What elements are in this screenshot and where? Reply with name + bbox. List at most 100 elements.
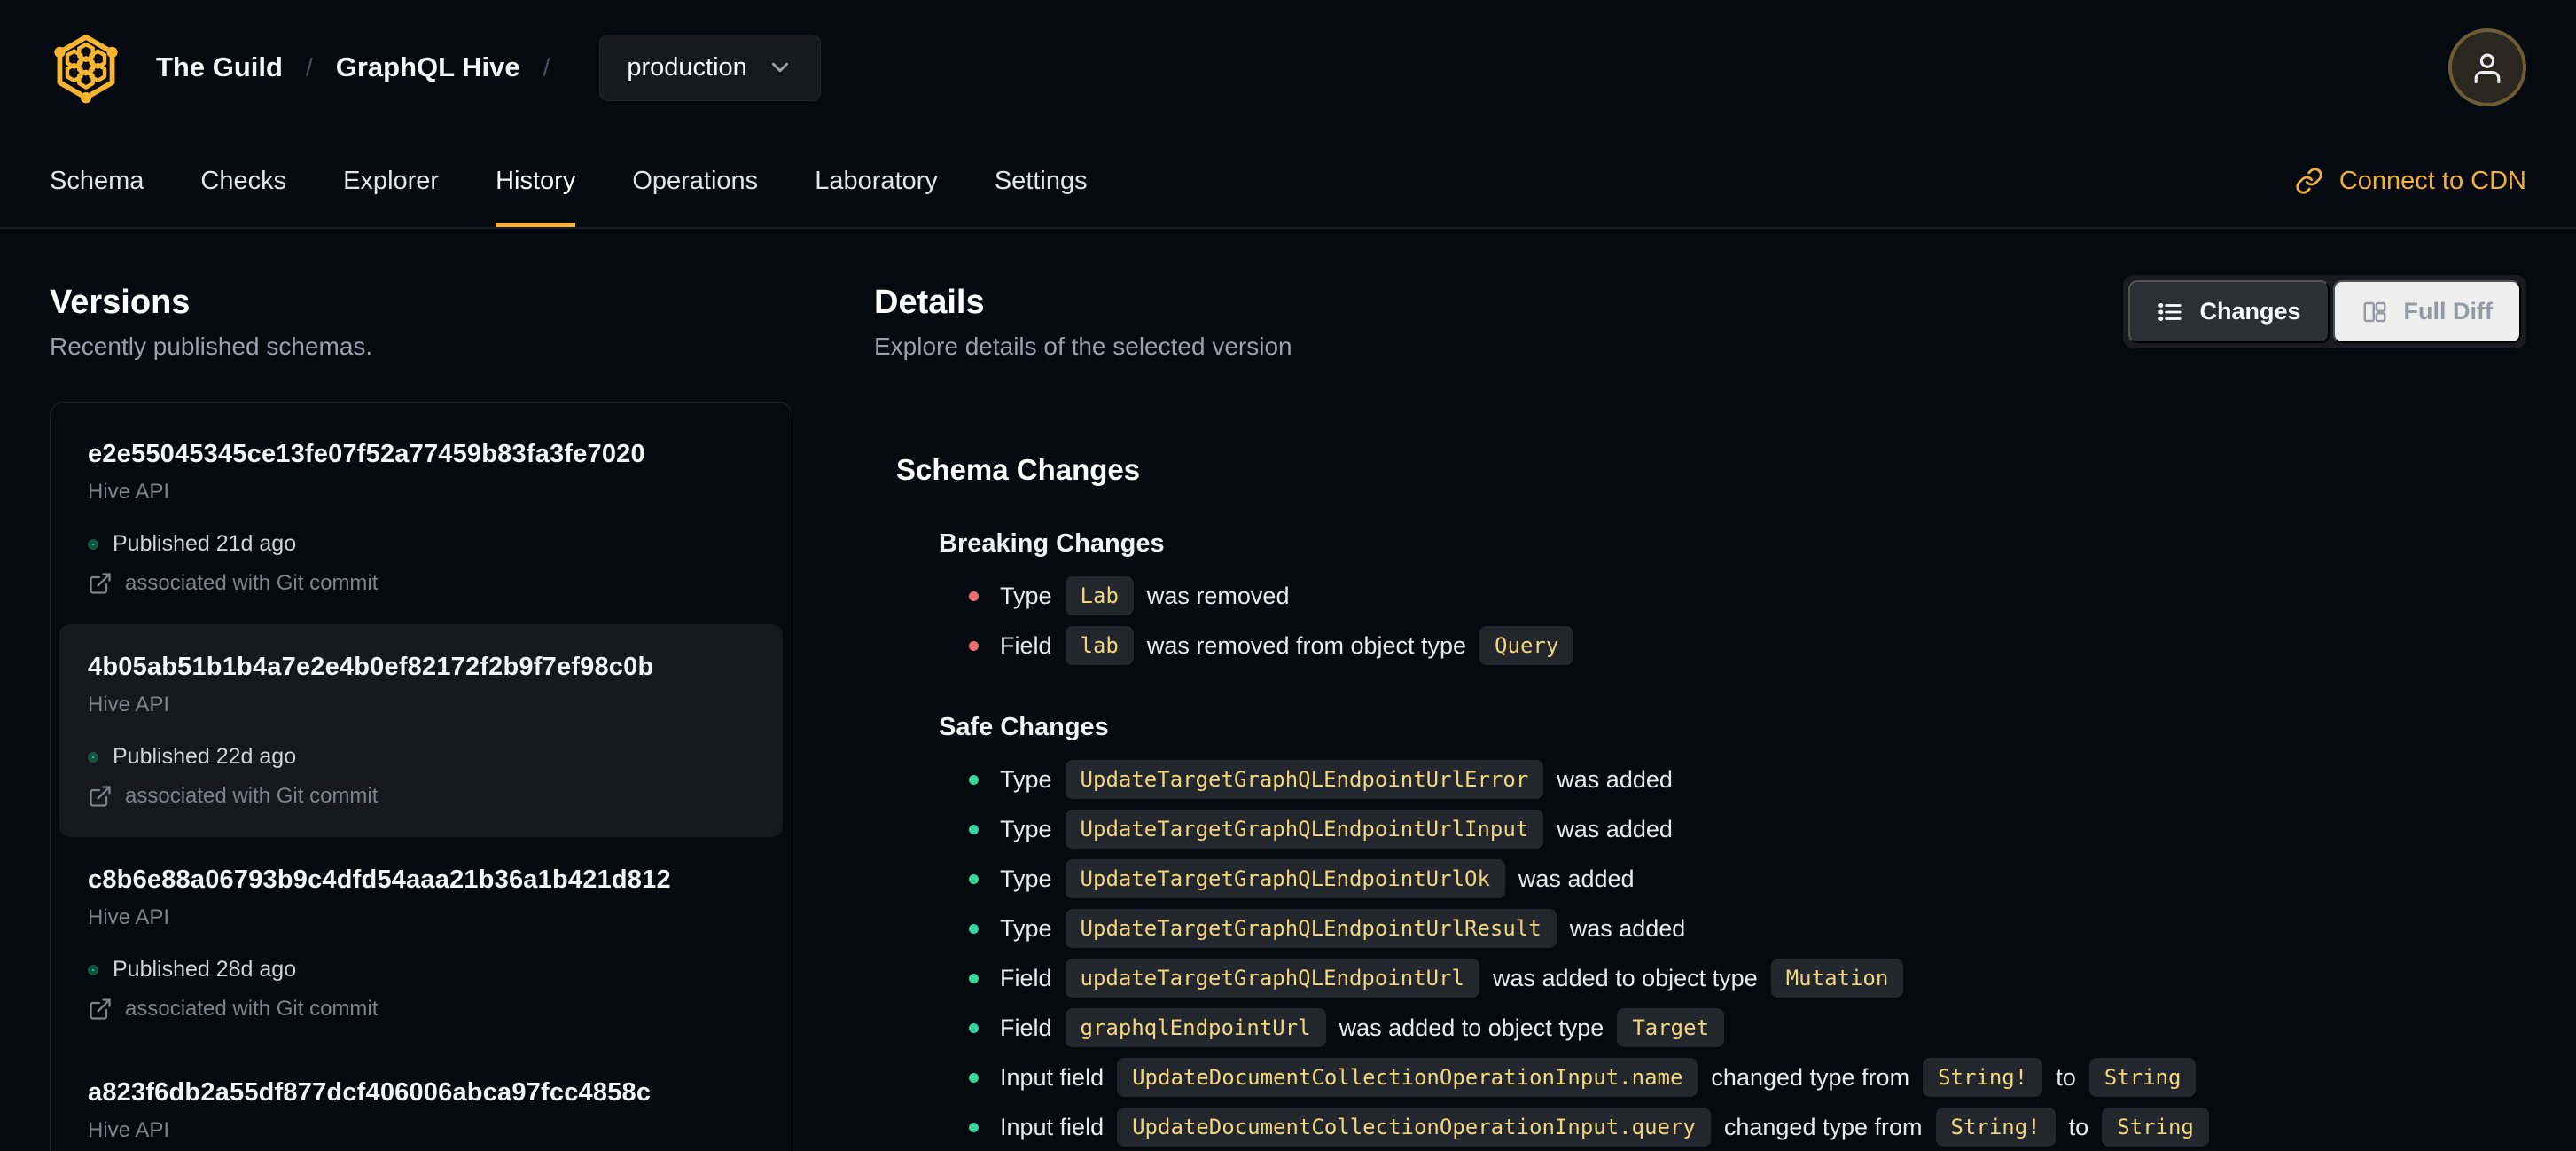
toggle-label: Full Diff <box>2403 298 2493 325</box>
safe-bullet-icon <box>969 1022 979 1033</box>
version-git-link[interactable]: associated with Git commit <box>88 571 754 596</box>
change-row: Field graphqlEndpointUrl was added to obje… <box>939 1003 2526 1053</box>
safe-changes-section: Safe Changes Type UpdateTargetGraphQLEndpo… <box>939 713 2526 1151</box>
change-text: Input field <box>1000 1113 1105 1140</box>
published-status-dot-icon <box>88 964 98 975</box>
change-row: Type Lab was removed <box>939 571 2526 621</box>
main-content: Versions Recently published schemas. e2e… <box>0 229 2576 1151</box>
version-service-name: Hive API <box>88 480 170 504</box>
version-git-text: associated with Git commit <box>125 997 379 1021</box>
schema-changes-title: Schema Changes <box>896 453 1141 486</box>
code-chip: graphqlEndpointUrl <box>1065 1008 1326 1047</box>
version-hash: e2e55045345ce13fe07f52a77459b83fa3fe7020 <box>88 440 645 468</box>
code-chip: UpdateTargetGraphQLEndpointUrlResult <box>1065 909 1557 948</box>
safe-bullet-icon <box>969 873 979 884</box>
version-git-link[interactable]: associated with Git commit <box>88 997 754 1022</box>
breadcrumb-separator: / <box>543 53 550 81</box>
breadcrumb-org[interactable]: The Guild <box>156 51 283 83</box>
code-chip: UpdateTargetGraphQLEndpointUrlOk <box>1065 859 1505 898</box>
connect-to-cdn-label: Connect to CDN <box>2338 166 2526 195</box>
schema-changes-block: Schema Changes Breaking Changes Type Lab wa… <box>896 453 2526 1151</box>
details-subtitle: Explore details of the selected version <box>874 333 1292 360</box>
code-chip: Mutation <box>1770 959 1904 998</box>
change-row: Input field UpdateDocumentCollectionOpera… <box>939 1053 2526 1102</box>
version-published-text: Published 28d ago <box>113 957 297 982</box>
details-panel: Details Explore details of the selected … <box>874 270 2526 1151</box>
tab-schema[interactable]: Schema <box>50 135 144 227</box>
change-text: to <box>2056 1063 2076 1091</box>
change-text: was removed <box>1146 582 1290 609</box>
version-list-item[interactable]: a823f6db2a55df877dcf406006abca97fcc4858c… <box>59 1050 783 1151</box>
change-text: Type <box>1000 914 1052 942</box>
target-select-dropdown[interactable]: production <box>599 34 821 101</box>
code-chip: updateTargetGraphQLEndpointUrl <box>1065 959 1480 998</box>
view-toggle-group: Changes Full Diff <box>2123 275 2526 348</box>
breadcrumb-project[interactable]: GraphQL Hive <box>336 51 520 83</box>
code-chip: String <box>2102 1108 2209 1147</box>
version-list-item[interactable]: 4b05ab51b1b4a7e2e4b0ef82172f2b9f7ef98c0b… <box>59 624 783 837</box>
target-select-value: production <box>627 52 747 82</box>
external-link-icon <box>88 997 113 1022</box>
details-heading-group: Details Explore details of the selected … <box>874 270 1292 361</box>
tab-settings[interactable]: Settings <box>995 135 1088 227</box>
tab-checks[interactable]: Checks <box>200 135 286 227</box>
version-published-text: Published 22d ago <box>113 744 297 769</box>
breaking-changes-title: Breaking Changes <box>939 529 1165 558</box>
version-git-link[interactable]: associated with Git commit <box>88 784 754 809</box>
code-chip: UpdateTargetGraphQLEndpointUrlInput <box>1065 810 1544 849</box>
version-list-item[interactable]: e2e55045345ce13fe07f52a77459b83fa3fe7020… <box>59 411 783 624</box>
code-chip: UpdateTargetGraphQLEndpointUrlError <box>1065 760 1544 799</box>
breaking-changes-section: Breaking Changes Type Lab was removed Field l… <box>939 529 2526 670</box>
code-chip: Query <box>1479 626 1574 665</box>
code-chip: String! <box>1923 1058 2043 1097</box>
change-sections: Breaking Changes Type Lab was removed Field l… <box>896 529 2526 1151</box>
hive-logo-icon[interactable] <box>50 31 122 104</box>
details-header: Details Explore details of the selected … <box>874 270 2526 361</box>
toggle-label: Changes <box>2199 298 2301 325</box>
safe-changes-list: Type UpdateTargetGraphQLEndpointUrlError w… <box>939 755 2526 1151</box>
change-text: Field <box>1000 1014 1052 1041</box>
user-avatar-button[interactable] <box>2448 28 2526 106</box>
change-text: Field <box>1000 964 1052 991</box>
external-link-icon <box>88 784 113 809</box>
change-text: Field <box>1000 631 1052 659</box>
versions-subtitle: Recently published schemas. <box>50 333 373 360</box>
tab-history[interactable]: History <box>496 135 576 227</box>
details-title: Details <box>874 284 985 321</box>
change-text: was added <box>1557 815 1673 842</box>
version-published-row: Published 21d ago <box>88 531 754 557</box>
breaking-bullet-icon <box>969 640 979 651</box>
safe-bullet-icon <box>969 973 979 983</box>
safe-changes-title: Safe Changes <box>939 713 1109 741</box>
change-text: was added <box>1557 765 1673 793</box>
breaking-changes-list: Type Lab was removed Field lab was removed fr… <box>939 571 2526 670</box>
change-text: Type <box>1000 765 1052 793</box>
version-git-text: associated with Git commit <box>125 784 379 808</box>
connect-to-cdn-link[interactable]: Connect to CDN <box>2295 135 2526 227</box>
tab-operations[interactable]: Operations <box>632 135 758 227</box>
change-text: was added to object type <box>1339 1014 1604 1041</box>
version-service-name: Hive API <box>88 693 170 716</box>
version-published-row: Published 28d ago <box>88 957 754 983</box>
tab-laboratory[interactable]: Laboratory <box>815 135 938 227</box>
safe-bullet-icon <box>969 774 979 785</box>
view-toggle-full-diff[interactable]: Full Diff <box>2332 280 2521 343</box>
version-hash: a823f6db2a55df877dcf406006abca97fcc4858c <box>88 1078 652 1107</box>
version-hash: 4b05ab51b1b4a7e2e4b0ef82172f2b9f7ef98c0b <box>88 653 654 681</box>
view-toggle-changes[interactable]: Changes <box>2128 280 2330 343</box>
top-bar: The Guild / GraphQL Hive / production <box>0 0 2576 135</box>
version-git-text: associated with Git commit <box>125 571 379 595</box>
version-list-item[interactable]: c8b6e88a06793b9c4dfd54aaa21b36a1b421d812… <box>59 837 783 1050</box>
external-link-icon <box>88 571 113 596</box>
versions-title: Versions <box>50 284 191 321</box>
tab-explorer[interactable]: Explorer <box>343 135 439 227</box>
code-chip: String! <box>1935 1108 2056 1147</box>
safe-bullet-icon <box>969 1072 979 1083</box>
change-text: was removed from object type <box>1146 631 1467 659</box>
change-row: Input field UpdateDocumentCollectionOpera… <box>939 1102 2526 1151</box>
change-text: was added <box>1569 914 1686 942</box>
change-row: Type UpdateTargetGraphQLEndpointUrlOk was … <box>939 854 2526 904</box>
version-service-name: Hive API <box>88 1118 170 1142</box>
project-nav: Schema Checks Explorer History Operations Lab… <box>0 135 2576 229</box>
published-status-dot-icon <box>88 538 98 550</box>
